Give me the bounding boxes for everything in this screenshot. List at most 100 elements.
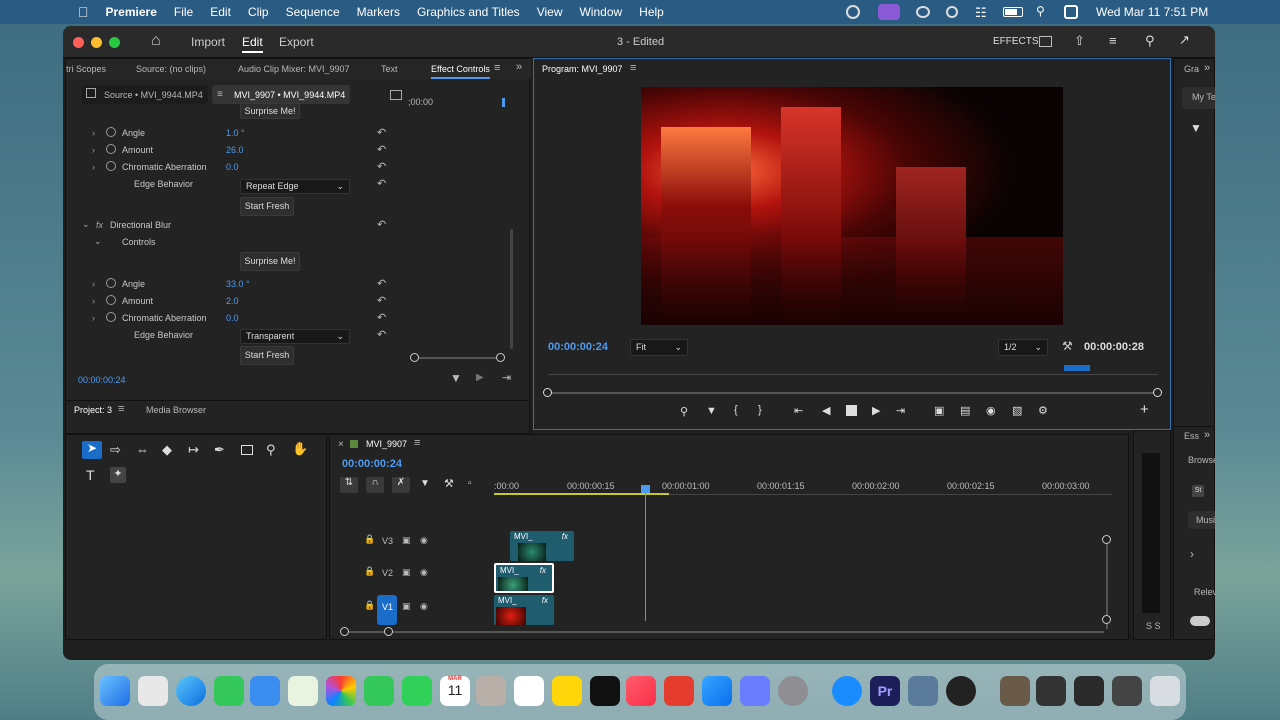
hscroll-handle-right[interactable] [384,627,393,636]
expand-chevron-icon[interactable]: › [92,145,95,155]
notes-icon[interactable] [552,676,582,706]
scroll-handle-right[interactable] [1153,388,1162,397]
vscroll-handle-bottom[interactable] [1102,615,1111,624]
menu-app-name[interactable]: Premiere [106,5,157,19]
zoom-fit-dropdown[interactable]: Fit ⌄ [630,339,688,356]
menubar-clock[interactable]: Wed Mar 11 7:51 PM [1096,5,1208,19]
source-clip-tab[interactable]: Source • MVI_9944.MP4 [82,85,208,104]
timeline-settings-icon[interactable]: ⚒ [444,477,454,490]
mark-in-icon[interactable]: { [734,404,738,416]
clip-v2-selected[interactable]: MVI_ fx [494,563,554,593]
expand-chevron-icon[interactable]: › [92,296,95,306]
zoom-handle-left[interactable] [410,353,419,362]
graphics-tab[interactable]: Gra [1184,64,1199,74]
rocket-app-icon[interactable] [664,676,694,706]
mini-playhead[interactable] [502,98,505,107]
scroll-handle-left[interactable] [543,388,552,397]
playhead-line[interactable] [645,493,646,621]
reset-icon[interactable]: ↶ [377,160,386,173]
track-name[interactable]: V1 [382,602,393,612]
menu-help[interactable]: Help [639,5,664,19]
control-center-icon[interactable] [1064,5,1078,19]
launchpad-icon[interactable] [138,676,168,706]
settings-list-icon[interactable]: ≡ [1109,33,1117,48]
maps-icon[interactable] [288,676,318,706]
resolution-dropdown[interactable]: 1/2 ⌄ [998,339,1048,356]
comparison-view-icon[interactable]: ▧ [1012,404,1022,417]
linked-selection-icon[interactable]: ✗ [392,477,410,493]
slip-tool-icon[interactable]: ↦ [188,442,199,458]
tab-scopes[interactable]: tri Scopes [66,64,106,74]
more-panels-chevron-icon[interactable]: » [1204,62,1210,74]
chevron-right-icon[interactable]: › [1190,547,1194,561]
lift-icon[interactable]: ▣ [934,404,944,417]
chromatic-value-1[interactable]: 0.0 [226,162,239,172]
captions-icon[interactable]: ▫ [468,478,472,489]
mail-icon[interactable] [250,676,280,706]
controls-group-row[interactable]: ⌄ Controls [66,235,396,252]
apple-icon[interactable]:  [78,4,89,20]
eye-icon[interactable]: ◉ [420,535,428,546]
edge-behavior-dropdown-1[interactable]: Repeat Edge ⌄ [240,179,350,194]
surprise-me-button-2[interactable]: Surprise Me! [240,252,300,271]
media-browser-tab[interactable]: Media Browser [146,405,206,415]
reminders-icon[interactable] [514,676,544,706]
reset-icon[interactable]: ↶ [377,294,386,307]
sequence-clip-tab[interactable]: ≡ MVI_9907 • MVI_9944.MP4 [212,85,350,104]
minimize-window-button[interactable] [91,37,102,48]
razor-tool-icon[interactable]: ◆ [162,442,172,458]
stock-icon[interactable]: St [1192,485,1204,497]
expand-chevron-icon[interactable]: › [92,162,95,172]
surprise-me-button-1[interactable]: Surprise Me! [240,103,300,119]
search-icon[interactable]: ⚲ [1145,33,1155,49]
menu-view[interactable]: View [537,5,563,19]
go-to-out-icon[interactable]: ⇥ [896,404,905,417]
stopwatch-icon[interactable] [106,278,116,288]
wrench-settings-icon[interactable]: ⚒ [1062,339,1073,353]
export-frame-icon[interactable]: ⇥ [502,371,511,384]
lock-icon[interactable]: 🔒 [364,600,375,611]
photos-icon[interactable] [326,676,356,706]
filter-icon[interactable]: ▼ [1190,121,1202,135]
status-icon-1[interactable] [846,5,860,19]
track-name[interactable]: V3 [382,536,393,546]
sync-lock-icon[interactable]: ▣ [402,601,411,612]
zoom-scrollbar[interactable] [414,357,502,359]
facetime-icon[interactable] [364,676,394,706]
stopwatch-icon[interactable] [106,127,116,137]
angle-value-1[interactable]: 1.0 ° [226,128,245,138]
work-area-bar[interactable] [494,493,669,495]
collapse-chevron-icon[interactable]: ⌄ [82,219,90,230]
clip-v1[interactable]: MVI_ fx [494,595,554,625]
stopwatch-icon[interactable] [106,295,116,305]
insert-icon[interactable]: ⚲ [680,405,688,418]
menu-edit[interactable]: Edit [210,5,231,19]
extract-icon[interactable]: ▤ [960,404,970,417]
type-tool-icon[interactable]: T [86,467,95,483]
toggle-switch[interactable] [1190,616,1210,626]
my-templates-tab[interactable]: My Te [1182,87,1215,109]
sync-lock-icon[interactable]: ▣ [402,567,411,578]
menu-window[interactable]: Window [579,5,622,19]
finder-icon[interactable] [100,676,130,706]
generative-tool-icon[interactable]: ✦ [110,467,126,483]
apple-tv-icon[interactable] [590,676,620,706]
hand-tool-icon[interactable]: ✋ [292,441,308,457]
quicktime-icon[interactable] [832,676,862,706]
tab-audio-clip-mixer[interactable]: Audio Clip Mixer: MVI_9907 [238,64,350,74]
more-panels-chevron-icon[interactable]: » [516,61,522,73]
close-window-button[interactable] [73,37,84,48]
utility-app-icon[interactable] [908,676,938,706]
export-frame-camera-icon[interactable]: ◉ [986,404,996,417]
obs-icon[interactable] [946,676,976,706]
program-current-timecode[interactable]: 00:00:00:24 [548,341,608,353]
contacts-icon[interactable] [476,676,506,706]
expand-chevron-icon[interactable]: › [92,279,95,289]
start-fresh-button-1[interactable]: Start Fresh [240,197,294,216]
clip-v3[interactable]: MVI_ fx [510,531,574,561]
track-select-tool-icon[interactable]: ⇨ [110,442,121,458]
nest-toggle-icon[interactable]: ⇅ [340,477,358,493]
essential-tab[interactable]: Ess [1184,431,1199,441]
in-out-range[interactable] [1064,365,1090,371]
rectangle-tool-icon[interactable] [241,445,253,455]
